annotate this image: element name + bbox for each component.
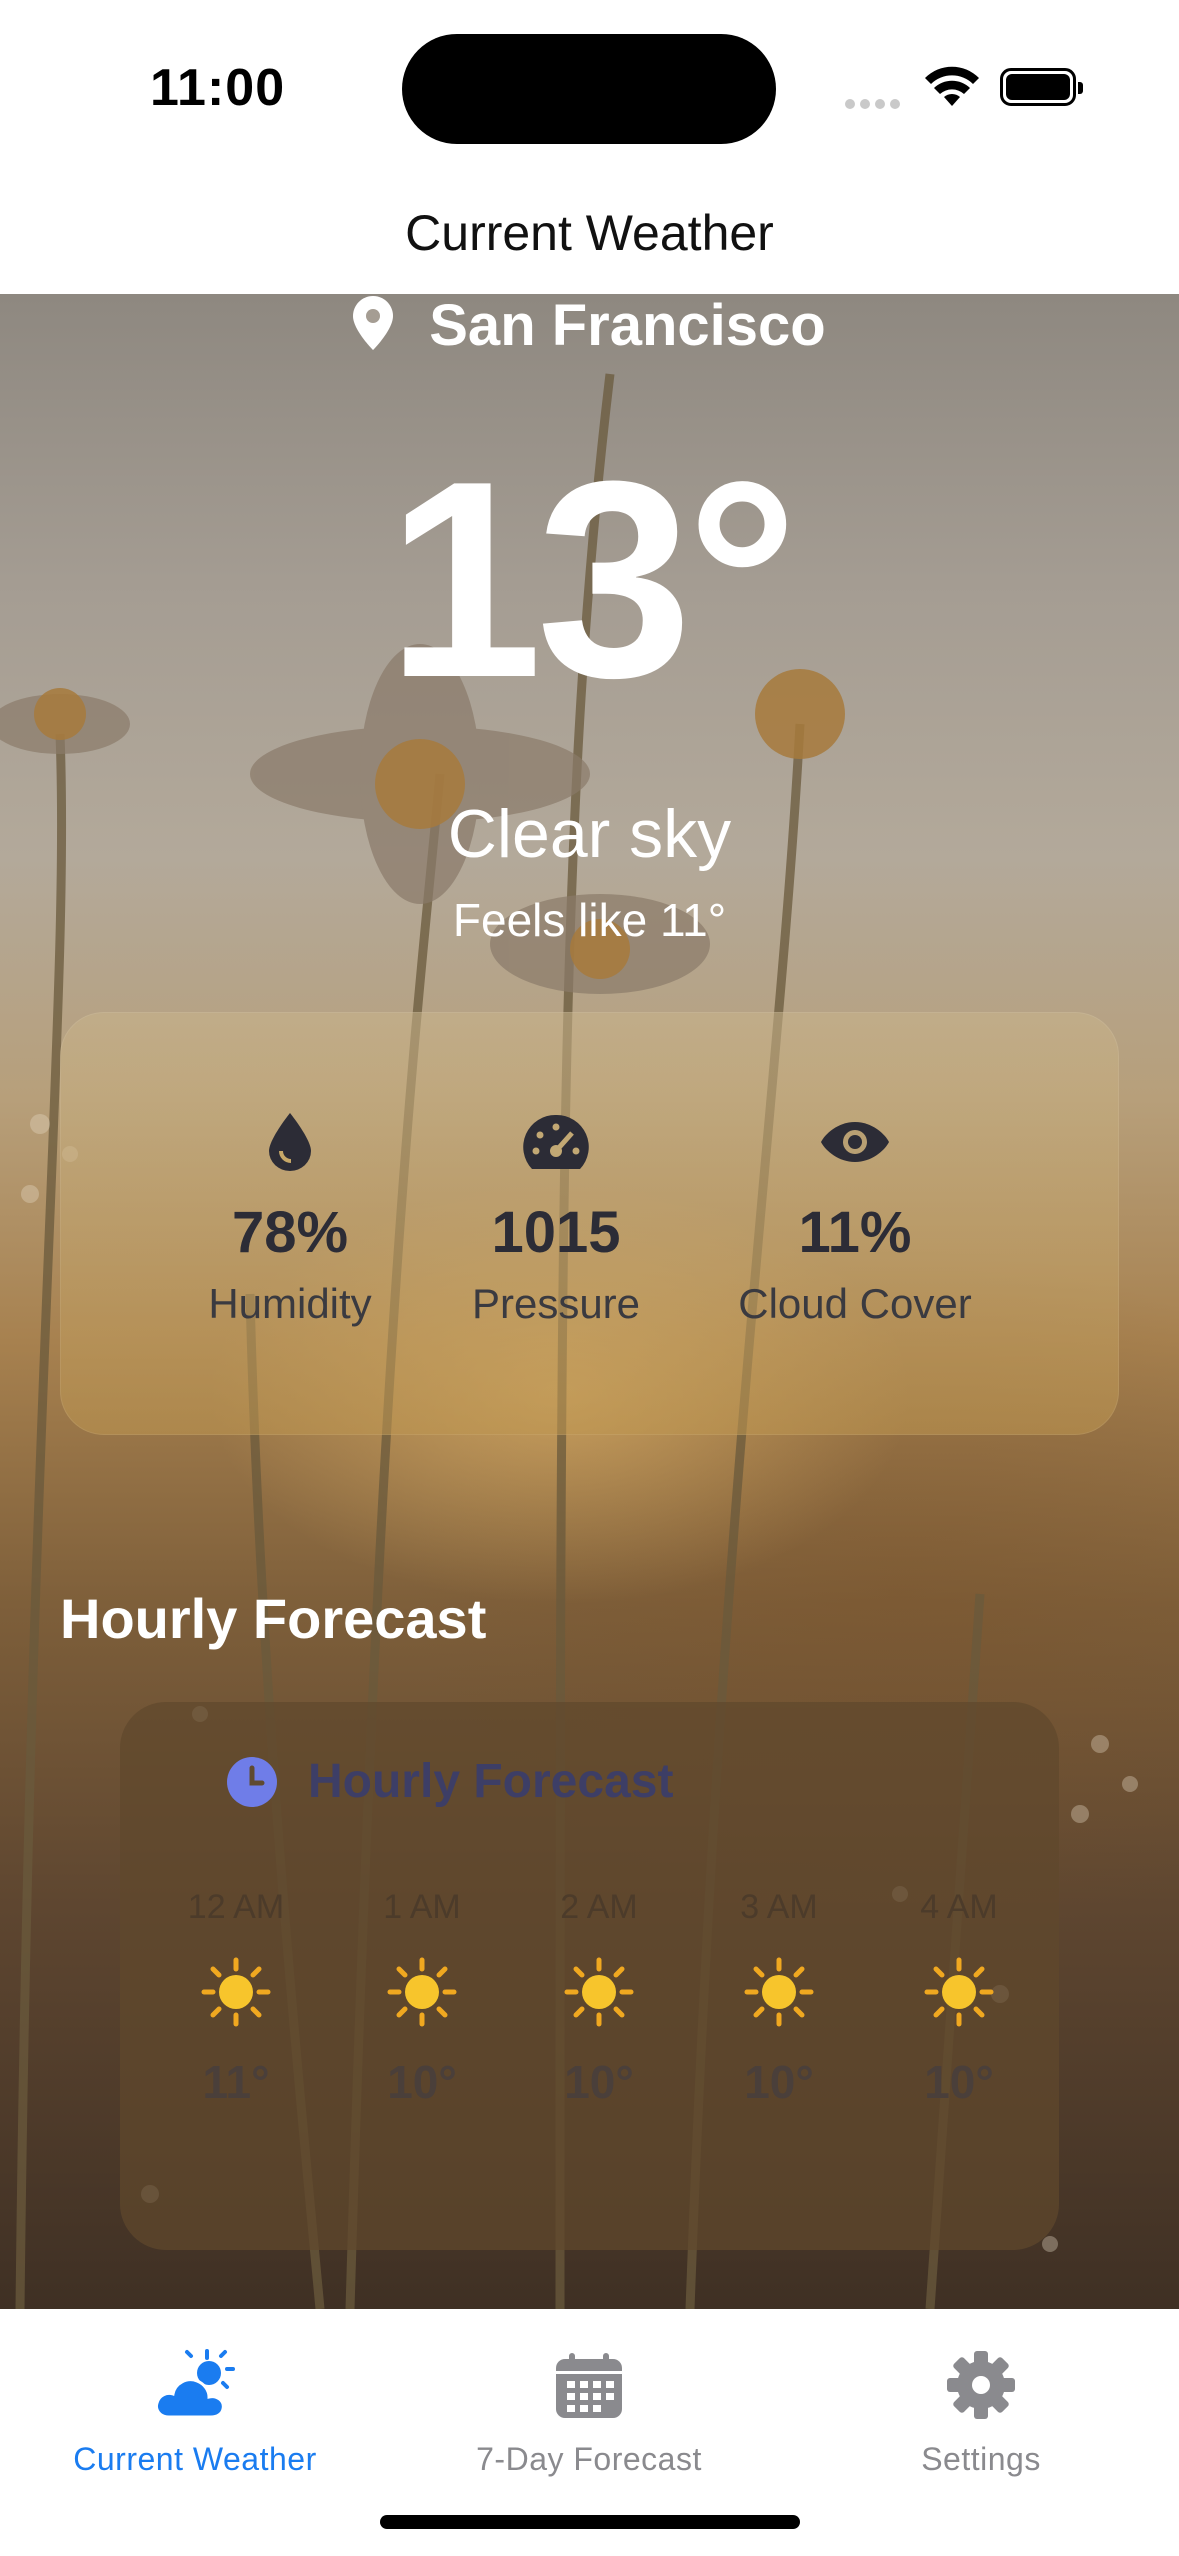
hour-temperature: 10° bbox=[744, 2056, 814, 2108]
home-indicator[interactable] bbox=[380, 2515, 800, 2529]
tab-label: Settings bbox=[921, 2441, 1041, 2477]
stat-label: Humidity bbox=[208, 1280, 372, 1327]
hour-temperature: 11° bbox=[202, 2056, 270, 2108]
gauge-icon bbox=[406, 1107, 706, 1177]
hour-time: 3 AM bbox=[740, 1888, 818, 1926]
hour-temperature: 10° bbox=[387, 2056, 457, 2108]
weather-condition: Clear sky bbox=[447, 796, 732, 872]
hourly-item: 2 AM 10° bbox=[529, 1888, 669, 2109]
tab-label: 7-Day Forecast bbox=[476, 2441, 702, 2477]
cellular-signal-icon bbox=[845, 96, 905, 114]
sun-icon bbox=[352, 1957, 492, 2027]
sun-icon bbox=[529, 1957, 669, 2027]
hourly-item: 12 AM 11° bbox=[166, 1888, 306, 2109]
nav-title: Current Weather bbox=[405, 205, 774, 261]
hourly-card-title: Hourly Forecast bbox=[308, 1755, 674, 1808]
weather-stats-card: 78% Humidity 1015 Pressure 11% Cloud Cov… bbox=[60, 1012, 1119, 1435]
stat-value: 78% bbox=[231, 1200, 349, 1265]
tab-label: Current Weather bbox=[73, 2441, 317, 2477]
cloud-sun-icon bbox=[45, 2329, 345, 2419]
tab-current-weather[interactable]: Current Weather bbox=[45, 2329, 345, 2478]
location-name: San Francisco bbox=[429, 293, 826, 358]
stat-cloud-cover: 11% Cloud Cover bbox=[705, 1107, 1005, 1328]
location: San Francisco bbox=[0, 292, 1179, 364]
hourly-section-title: Hourly Forecast bbox=[60, 1587, 487, 1650]
droplet-icon bbox=[140, 1107, 440, 1177]
gear-icon bbox=[831, 2329, 1131, 2419]
eye-icon bbox=[705, 1107, 1005, 1177]
dynamic-island bbox=[402, 34, 776, 144]
hour-time: 12 AM bbox=[187, 1888, 285, 1926]
stat-value: 1015 bbox=[491, 1200, 621, 1265]
hourly-item: 1 AM 10° bbox=[352, 1888, 492, 2109]
hour-time: 2 AM bbox=[560, 1888, 638, 1926]
stat-humidity: 78% Humidity bbox=[140, 1107, 440, 1328]
hour-temperature: 10° bbox=[924, 2056, 994, 2108]
stat-label: Pressure bbox=[471, 1280, 641, 1327]
sun-icon bbox=[166, 1957, 306, 2027]
current-temperature: 13° bbox=[386, 424, 798, 736]
sun-icon bbox=[709, 1957, 849, 2027]
battery-icon bbox=[1000, 68, 1083, 106]
clock-icon bbox=[227, 1756, 277, 1807]
calendar-icon bbox=[439, 2329, 739, 2419]
hourly-item: 3 AM 10° bbox=[709, 1888, 849, 2109]
wifi-icon bbox=[925, 66, 979, 106]
tab-7-day-forecast[interactable]: 7-Day Forecast bbox=[439, 2329, 739, 2478]
location-pin-icon bbox=[353, 295, 394, 364]
feels-like: Feels like 11° bbox=[452, 894, 727, 946]
stat-pressure: 1015 Pressure bbox=[406, 1107, 706, 1328]
hourly-card-header: Hourly Forecast bbox=[226, 1754, 673, 1809]
hour-temperature: 10° bbox=[564, 2056, 634, 2108]
status-time: 11:00 bbox=[150, 59, 286, 117]
stat-value: 11% bbox=[798, 1200, 912, 1265]
hour-time: 4 AM bbox=[920, 1888, 998, 1926]
hourly-forecast-card: Hourly Forecast 12 AM 11° 1 AM 10° 2 AM … bbox=[120, 1702, 1059, 2250]
tab-settings[interactable]: Settings bbox=[831, 2329, 1131, 2478]
status-bar: 11:00 bbox=[0, 0, 1179, 180]
hourly-item: 4 AM 10° bbox=[889, 1888, 1029, 2109]
sun-icon bbox=[889, 1957, 1029, 2027]
stat-label: Cloud Cover bbox=[738, 1280, 972, 1327]
hour-time: 1 AM bbox=[383, 1888, 461, 1926]
